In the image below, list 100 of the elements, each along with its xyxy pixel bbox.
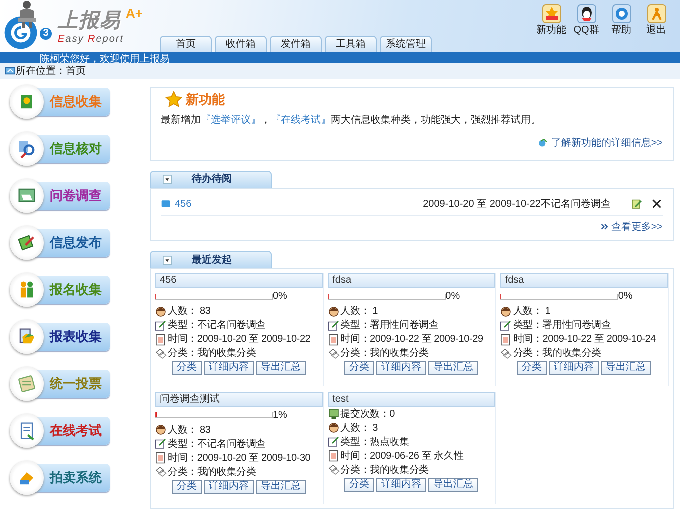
person-icon bbox=[155, 424, 167, 436]
notepad-icon bbox=[328, 320, 340, 332]
person-icon bbox=[328, 422, 340, 434]
tags-icon bbox=[155, 466, 167, 478]
header-button[interactable]: 新功能 bbox=[536, 4, 567, 36]
card-title: fdsa bbox=[500, 273, 668, 288]
notepad-icon bbox=[328, 436, 340, 448]
section-tab[interactable]: 待办待阅 bbox=[150, 170, 272, 188]
header-button[interactable]: QQ群 bbox=[571, 4, 602, 36]
nav-tab[interactable]: 发件箱 bbox=[270, 36, 322, 52]
card-action-button[interactable]: 详细内容 bbox=[376, 478, 426, 492]
card-field: 人数： 1 bbox=[340, 305, 378, 318]
nav-tab[interactable]: 系统管理 bbox=[380, 36, 432, 52]
more-link[interactable]: 查看更多>> bbox=[601, 220, 663, 234]
card-action-button[interactable]: 导出汇总 bbox=[428, 361, 478, 375]
progress-percent: 0% bbox=[446, 290, 460, 304]
help-icon bbox=[612, 4, 632, 24]
card-field: 提交次数：0 bbox=[340, 408, 396, 420]
card-action-button[interactable]: 分类 bbox=[344, 478, 374, 492]
notepad-icon bbox=[155, 438, 167, 450]
notepad-icon bbox=[155, 320, 167, 332]
delete-button[interactable] bbox=[651, 198, 663, 210]
card-action-button[interactable]: 详细内容 bbox=[376, 361, 426, 375]
card-field: 时间：2009-10-22 至 2009-10-29 bbox=[340, 333, 484, 346]
card-action-button[interactable]: 分类 bbox=[517, 361, 548, 375]
logo-title: 上报易 bbox=[58, 9, 121, 34]
card-field: 时间：2009-10-20 至 2009-10-30 bbox=[168, 452, 311, 464]
double-chevron-icon bbox=[601, 223, 610, 231]
card-field: 分类：我的收集分类 bbox=[168, 347, 256, 360]
card-field: 类型：不记名问卷调查 bbox=[168, 438, 266, 450]
tags-icon bbox=[328, 464, 340, 476]
card-field: 人数： 83 bbox=[168, 424, 211, 436]
logo-mark: A+ bbox=[126, 5, 143, 23]
edit-icon bbox=[631, 198, 643, 210]
calendar-icon bbox=[500, 334, 512, 346]
calendar-icon bbox=[155, 452, 167, 464]
collapse-icon bbox=[163, 175, 172, 184]
card-field: 人数： 83 bbox=[168, 305, 211, 318]
card-field: 人数： 3 bbox=[340, 422, 378, 434]
notepad-icon bbox=[500, 320, 512, 332]
collapse-icon bbox=[163, 256, 172, 264]
breadcrumb-text: 所在位置：首页 bbox=[16, 64, 86, 78]
nav-tab[interactable]: 工具箱 bbox=[325, 36, 377, 52]
calendar-icon bbox=[328, 334, 340, 346]
calendar-icon bbox=[328, 450, 340, 462]
section-title: 最近发起 bbox=[192, 254, 232, 268]
tags-icon bbox=[328, 348, 340, 360]
card-title: 问卷调查测试 bbox=[155, 392, 323, 406]
card-title: fdsa bbox=[328, 273, 496, 288]
card-field: 时间：2009-06-26 至 永久性 bbox=[340, 450, 464, 462]
card-field: 分类：我的收集分类 bbox=[513, 347, 602, 360]
card-field: 时间：2009-10-22 至 2009-10-24 bbox=[513, 333, 656, 346]
logo-badge: 3 bbox=[40, 28, 52, 40]
close-icon bbox=[651, 198, 663, 210]
card-action-button[interactable]: 导出汇总 bbox=[256, 361, 306, 375]
card-action-button[interactable]: 详细内容 bbox=[549, 361, 600, 375]
card-action-button[interactable]: 导出汇总 bbox=[428, 478, 478, 492]
card-action-button[interactable]: 分类 bbox=[344, 361, 374, 375]
tags-icon bbox=[500, 348, 512, 360]
calendar-icon bbox=[155, 334, 167, 346]
nav-tab[interactable]: 收件箱 bbox=[215, 36, 267, 52]
card-field: 分类：我的收集分类 bbox=[340, 464, 429, 476]
person-icon bbox=[500, 306, 512, 318]
card-field: 分类：我的收集分类 bbox=[168, 466, 256, 478]
person-icon bbox=[328, 306, 340, 318]
feature-link[interactable]: 『选举评议』 bbox=[201, 114, 261, 126]
person-icon bbox=[155, 306, 167, 318]
card-action-button[interactable]: 分类 bbox=[172, 361, 202, 375]
card-field: 类型：热点收集 bbox=[340, 436, 410, 448]
edit-button[interactable] bbox=[631, 198, 643, 210]
card-field: 类型：不记名问卷调查 bbox=[168, 319, 266, 332]
progress-percent: 0% bbox=[618, 290, 633, 304]
logo-subtitle: Easy Report bbox=[58, 33, 124, 47]
todo-detail: 2009-10-20 至 2009-10-22不记名问卷调查 bbox=[423, 198, 611, 212]
card-field: 类型：署用性问卷调查 bbox=[340, 319, 439, 332]
progress-percent: 1% bbox=[273, 408, 288, 422]
header-button[interactable]: 帮助 bbox=[606, 4, 637, 36]
card-action-button[interactable]: 导出汇总 bbox=[601, 361, 652, 375]
card-action-button[interactable]: 分类 bbox=[172, 480, 202, 494]
card-action-button[interactable]: 导出汇总 bbox=[256, 480, 306, 494]
card-action-button[interactable]: 详细内容 bbox=[204, 480, 254, 494]
news-title: 新功能 bbox=[186, 91, 225, 109]
submit-icon bbox=[328, 408, 340, 420]
feature-link[interactable]: 『在线考试』 bbox=[271, 114, 331, 126]
card-title: 456 bbox=[155, 273, 323, 288]
section-title: 待办待阅 bbox=[192, 172, 232, 187]
details-link[interactable]: 了解新功能的详细信息>> bbox=[538, 136, 663, 150]
todo-link[interactable]: 456 bbox=[175, 196, 192, 212]
tags-icon bbox=[155, 348, 167, 360]
nav-tab[interactable]: 首页 bbox=[160, 36, 212, 52]
section-tab[interactable]: 最近发起 bbox=[150, 251, 272, 268]
folder-icon bbox=[161, 199, 171, 209]
card-action-button[interactable]: 详细内容 bbox=[204, 361, 254, 375]
star-icon bbox=[165, 90, 183, 109]
penguin-icon bbox=[576, 4, 596, 24]
card-field: 分类：我的收集分类 bbox=[340, 347, 429, 360]
header-button[interactable]: 退出 bbox=[641, 4, 672, 36]
news-text: 最新增加『选举评议』，『在线考试』两大信息收集种类，功能强大，强烈推荐试用。 bbox=[161, 114, 542, 128]
progress-percent: 0% bbox=[273, 290, 288, 304]
card-field: 时间：2009-10-20 至 2009-10-22 bbox=[168, 333, 311, 346]
